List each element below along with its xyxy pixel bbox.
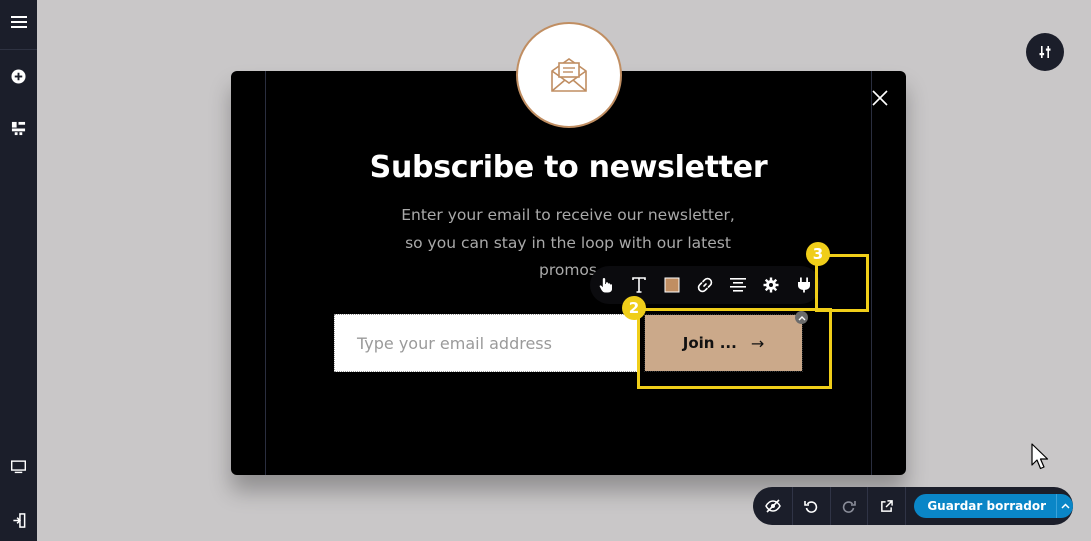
link-icon[interactable] — [689, 266, 722, 304]
save-draft-group: Guardar borrador — [914, 494, 1073, 518]
hide-icon[interactable] — [755, 487, 793, 525]
close-icon[interactable] — [871, 89, 889, 107]
left-sidebar — [0, 0, 37, 541]
external-link-icon[interactable] — [868, 487, 907, 525]
redo-icon[interactable] — [831, 487, 869, 525]
sliders-icon — [1039, 46, 1051, 58]
popup-title: Subscribe to newsletter — [369, 150, 768, 185]
email-input[interactable]: Type your email address — [334, 314, 638, 372]
chevron-up-icon[interactable] — [1056, 494, 1073, 518]
sidebar-divider — [0, 49, 37, 50]
highlight-box-2 — [637, 308, 832, 389]
gear-icon[interactable] — [754, 266, 787, 304]
add-icon[interactable] — [0, 59, 37, 93]
envelope-open-icon — [516, 22, 622, 128]
design-settings-button[interactable] — [1026, 33, 1064, 71]
undo-icon[interactable] — [793, 487, 831, 525]
element-toolbar — [590, 266, 820, 304]
exit-icon[interactable] — [0, 503, 37, 537]
menu-icon[interactable] — [0, 5, 37, 39]
guide-line-left — [265, 71, 266, 475]
annotation-badge-3: 3 — [806, 242, 830, 266]
bottom-action-bar: Guardar borrador — [753, 487, 1073, 525]
hand-pointer-icon[interactable] — [590, 266, 623, 304]
mouse-cursor-icon — [1031, 443, 1051, 475]
annotation-badge-2: 2 — [622, 296, 646, 320]
widgets-icon[interactable] — [0, 111, 37, 145]
guide-line-right — [871, 71, 872, 475]
color-swatch[interactable] — [656, 266, 689, 304]
desktop-icon[interactable] — [0, 450, 37, 484]
save-draft-button[interactable]: Guardar borrador — [914, 494, 1056, 518]
align-icon[interactable] — [721, 266, 754, 304]
